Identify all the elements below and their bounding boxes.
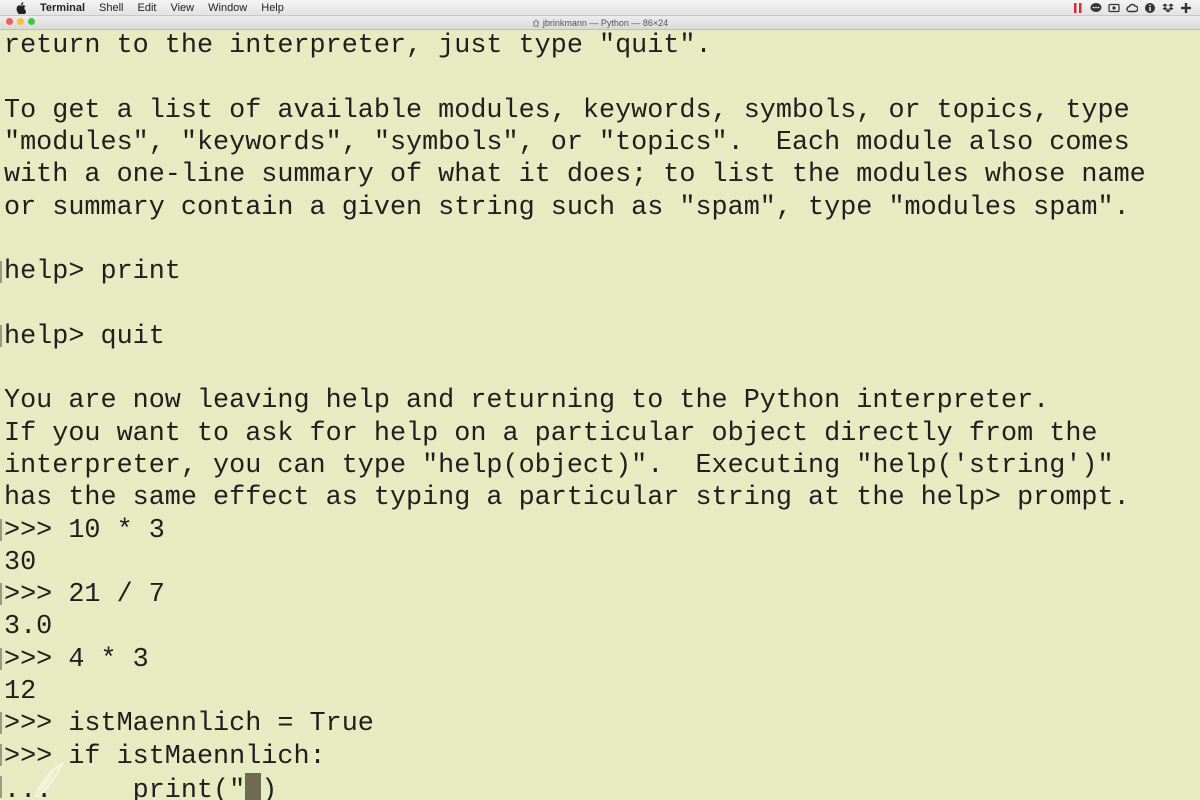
status-icons xyxy=(1072,1,1192,15)
minimize-button[interactable] xyxy=(17,18,24,25)
prompt-marker xyxy=(0,261,2,283)
terminal-line: To get a list of available modules, keyw… xyxy=(4,95,1130,126)
terminal-line: return to the interpreter, just type "qu… xyxy=(4,31,712,61)
prompt-marker xyxy=(0,519,2,541)
plus-icon[interactable] xyxy=(1180,2,1192,14)
window-title: jbrinkmann — Python — 86×24 xyxy=(0,16,1200,30)
feather-logo-icon xyxy=(34,761,65,797)
terminal-line: If you want to ask for help on a particu… xyxy=(4,418,1098,449)
prompt-marker xyxy=(0,325,2,347)
terminal-line: 12 xyxy=(4,677,37,707)
menu-terminal[interactable]: Terminal xyxy=(40,0,85,16)
menu-help[interactable]: Help xyxy=(261,0,284,16)
terminal-line: has the same effect as typing a particul… xyxy=(4,483,1130,514)
creative-cloud-icon[interactable] xyxy=(1126,2,1138,14)
apple-icon[interactable] xyxy=(14,1,28,15)
menu-shell[interactable]: Shell xyxy=(99,0,123,16)
terminal-line: with a one-line summary of what it does;… xyxy=(4,160,1146,191)
terminal-line: >>> istMaennlich = True xyxy=(4,709,374,740)
info-icon[interactable] xyxy=(1144,2,1156,14)
menu-bar: Terminal Shell Edit View Window Help xyxy=(0,0,1200,16)
chat-icon[interactable] xyxy=(1090,2,1102,14)
terminal-line: or summary contain a given string such a… xyxy=(4,192,1130,223)
terminal-line: help> print xyxy=(4,257,181,288)
terminal-input-suffix: ) xyxy=(261,775,278,800)
terminal-line: You are now leaving help and returning t… xyxy=(4,386,1050,417)
terminal-line: 30 xyxy=(4,547,37,578)
prompt-marker xyxy=(0,712,2,734)
menu-view[interactable]: View xyxy=(170,0,194,16)
text-cursor xyxy=(245,772,262,800)
screen-record-icon[interactable] xyxy=(1108,2,1120,14)
prompt-marker xyxy=(0,744,2,766)
prompt-marker xyxy=(0,583,2,605)
window-title-text: jbrinkmann — Python — 86×24 xyxy=(542,18,669,28)
terminal-line: >>> 4 * 3 xyxy=(4,644,149,675)
terminal-line: >>> 21 / 7 xyxy=(4,580,165,611)
pause-icon[interactable] xyxy=(1072,2,1084,14)
terminal-line: 3.0 xyxy=(4,612,53,643)
window-controls xyxy=(6,18,35,25)
terminal-line: >>> 10 * 3 xyxy=(4,515,165,546)
terminal-line: "modules", "keywords", "symbols", or "to… xyxy=(4,127,1130,158)
terminal-line: interpreter, you can type "help(object)"… xyxy=(4,450,1114,481)
dropbox-icon[interactable] xyxy=(1162,2,1174,14)
terminal-line: help> quit xyxy=(4,321,165,352)
zoom-button[interactable] xyxy=(28,18,35,25)
prompt-marker xyxy=(0,648,2,670)
menu-edit[interactable]: Edit xyxy=(138,0,157,16)
window-title-bar[interactable]: jbrinkmann — Python — 86×24 xyxy=(0,16,1200,30)
menu-window[interactable]: Window xyxy=(208,0,247,16)
home-folder-icon xyxy=(532,17,540,27)
close-button[interactable] xyxy=(6,18,13,25)
prompt-marker xyxy=(0,776,2,798)
terminal-output[interactable]: return to the interpreter, just type "qu… xyxy=(0,30,1200,800)
